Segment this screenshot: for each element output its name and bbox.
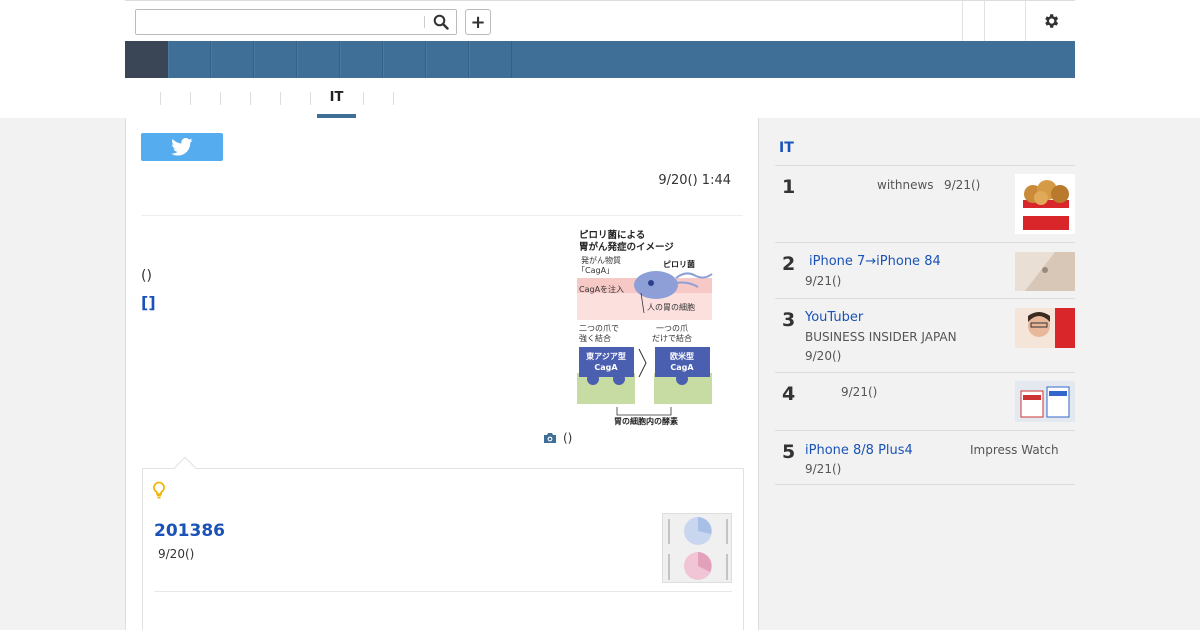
ranking-date: 9/21() xyxy=(805,274,842,288)
ranking-item[interactable]: 1 withnews 9/21() xyxy=(775,166,1075,243)
article-figure[interactable]: ピロリ菌による 胃がん発症のイメージ 発がん物質 「CagA」 ピロリ菌 Cag… xyxy=(571,223,716,428)
divider xyxy=(141,215,743,216)
nav-item-7[interactable] xyxy=(383,41,426,78)
ranking-date: 9/21() xyxy=(944,178,981,192)
ranking-sidebar: IT 1 withnews 9/21() 2 iPhone 7→iPhone 8… xyxy=(775,118,1075,485)
subcategory-tabs: IT xyxy=(125,78,1075,118)
subtab-separator xyxy=(393,92,394,105)
top-bar: + xyxy=(125,0,1075,41)
enzyme-eastasia xyxy=(577,373,635,404)
ranking-number: 4 xyxy=(782,383,796,405)
settings-button[interactable] xyxy=(1025,1,1075,41)
figure-label-inject: CagAを注入 xyxy=(579,284,624,294)
nav-item-2[interactable] xyxy=(168,41,211,78)
ranking-source: Impress Watch xyxy=(970,443,1059,457)
article-main: 9/20() 1:44 () [] ピロリ菌による 胃がん発症のイメージ 発がん… xyxy=(125,118,759,630)
related-articles: 201386 9/20() xyxy=(142,456,744,630)
figure-label-two-claws-1: 二つの爪で xyxy=(579,324,619,333)
subtab-separator xyxy=(220,92,221,105)
ranking-date: 9/21() xyxy=(841,385,878,399)
article-link[interactable]: [] xyxy=(141,293,156,312)
camera-icon xyxy=(544,433,556,443)
add-button[interactable]: + xyxy=(465,9,491,35)
tweet-button[interactable] xyxy=(141,133,223,161)
figure-label-one-claw-2: だけで結合 xyxy=(652,333,692,343)
nav-item-8[interactable] xyxy=(426,41,469,78)
gear-icon xyxy=(1044,14,1058,28)
figure-label-cell: 人の胃の細胞 xyxy=(647,302,695,312)
figure-label-eastasia-2: CagA xyxy=(594,363,618,372)
category-nav xyxy=(125,41,1075,78)
figure-label-enzyme: 胃の細胞内の酵素 xyxy=(614,416,678,426)
nav-item-4[interactable] xyxy=(254,41,297,78)
search-input[interactable] xyxy=(136,10,424,34)
ranking-title[interactable]: iPhone 8/8 Plus4 xyxy=(805,443,913,458)
ranking-number: 3 xyxy=(782,309,796,331)
tab-it[interactable]: IT xyxy=(317,90,356,118)
figure-label-western-1: 欧米型 xyxy=(670,351,694,361)
nav-item-9[interactable] xyxy=(469,41,512,78)
search-box xyxy=(135,9,457,35)
figure-label-carcinogen-2: 「CagA」 xyxy=(577,266,614,275)
figure-label-pylori: ピロリ菌 xyxy=(663,259,695,269)
nav-item-5[interactable] xyxy=(297,41,340,78)
ranking-number: 2 xyxy=(782,253,796,275)
header-right-menu xyxy=(962,1,1075,41)
article-date: 9/20() 1:44 xyxy=(658,173,731,188)
search-icon xyxy=(433,14,449,30)
ranking-heading: IT xyxy=(775,118,1075,166)
ranking-item[interactable]: 5 iPhone 8/8 Plus4 Impress Watch 9/21() xyxy=(775,431,1075,485)
figure-label-one-claw-1: 一つの爪 xyxy=(656,324,688,333)
search-button[interactable] xyxy=(426,10,456,34)
figure-label-eastasia-1: 東アジア型 xyxy=(586,351,626,361)
figure-title-1: ピロリ菌による xyxy=(579,229,645,241)
ranking-title[interactable]: iPhone 7→iPhone 84 xyxy=(809,254,941,269)
subtab-separator xyxy=(310,92,311,105)
ranking-title[interactable]: YouTuber xyxy=(805,310,863,325)
header-menu-slot-2[interactable] xyxy=(984,1,1025,41)
ranking-number: 1 xyxy=(782,176,796,198)
ranking-thumbnail[interactable] xyxy=(1015,381,1075,422)
subtab-separator xyxy=(280,92,281,105)
tab-it-label: IT xyxy=(329,90,344,105)
nav-item-6[interactable] xyxy=(340,41,383,78)
divider xyxy=(154,591,732,592)
lightbulb-icon xyxy=(153,481,165,499)
pylori-bacterium xyxy=(634,271,678,299)
photo-caption-text: () xyxy=(563,431,573,445)
twitter-icon xyxy=(171,138,193,156)
ranking-thumbnail[interactable] xyxy=(1015,252,1075,291)
related-box-notch xyxy=(173,456,197,480)
figure-label-two-claws-2: 強く結合 xyxy=(579,333,611,343)
ranking-item[interactable]: 2 iPhone 7→iPhone 84 9/21() xyxy=(775,243,1075,299)
ranking-item[interactable]: 4 9/21() xyxy=(775,373,1075,431)
related-article-date: 9/20() xyxy=(158,547,195,561)
subtab-separator xyxy=(363,92,364,105)
subtab-separator xyxy=(190,92,191,105)
ranking-number: 5 xyxy=(782,441,796,463)
figure-label-carcinogen-1: 発がん物質 xyxy=(581,255,621,265)
ranking-source: withnews xyxy=(877,178,934,192)
header-menu-slot-1[interactable] xyxy=(962,1,984,41)
related-article-title[interactable]: 201386 xyxy=(154,521,225,541)
ranking-date: 9/21() xyxy=(805,462,842,476)
related-article-thumbnail[interactable] xyxy=(662,513,732,583)
ranking-item[interactable]: 3 YouTuber BUSINESS INSIDER JAPAN 9/20() xyxy=(775,299,1075,373)
article-body-text: () xyxy=(141,268,152,284)
nav-item-3[interactable] xyxy=(211,41,254,78)
subtab-separator xyxy=(250,92,251,105)
ranking-thumbnail[interactable] xyxy=(1015,308,1075,348)
search-divider xyxy=(424,16,425,28)
ranking-date: 9/20() xyxy=(805,349,842,363)
ranking-thumbnail[interactable] xyxy=(1015,174,1075,234)
figure-title-2: 胃がん発症のイメージ xyxy=(579,241,674,253)
ranking-source: BUSINESS INSIDER JAPAN xyxy=(805,330,957,344)
subtab-separator xyxy=(160,92,161,105)
nav-item-home[interactable] xyxy=(125,41,168,78)
photo-caption[interactable]: () xyxy=(543,431,572,445)
figure-label-western-2: CagA xyxy=(670,363,694,372)
